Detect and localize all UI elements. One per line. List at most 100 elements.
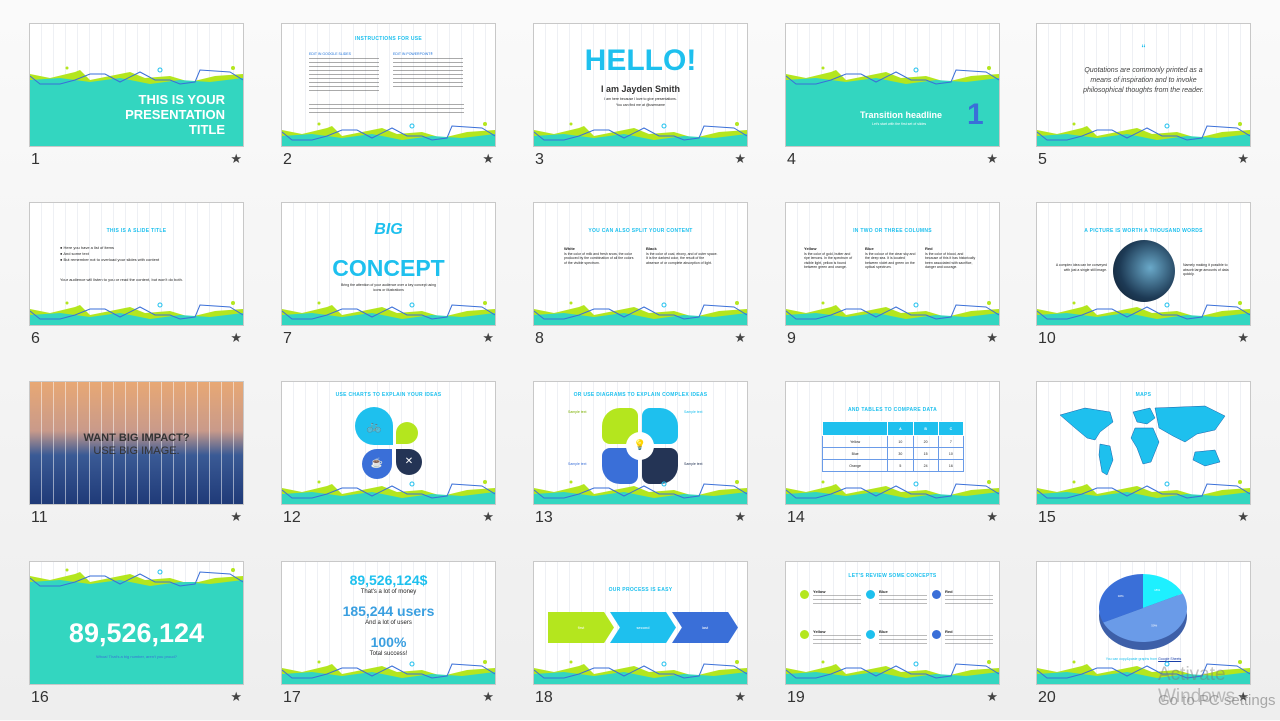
slide-title: OR USE DIAGRAMS TO EXPLAIN COMPLEX IDEAS [573,392,708,398]
star-icon[interactable]: ★ [734,689,746,705]
slide-thumbnail-15[interactable]: MAPS 15 ★ [1036,381,1251,541]
star-icon[interactable]: ★ [986,151,998,167]
table-row: Blue 30 15 10 [821,447,965,460]
slide-thumbnail-19[interactable]: LET'S REVIEW SOME CONCEPTS Yellow Blue R… [785,561,1000,721]
slide-number: 1 [31,151,40,168]
slide-number: 20 [1038,689,1056,706]
wave-decoration [282,480,495,504]
lightbulb-icon: 💡 [626,432,654,460]
activation-settings-link[interactable]: Go to PC settings [1158,692,1276,709]
slide-thumbnail-11[interactable]: WANT BIG IMPACT? USE BIG IMAGE. 11 ★ [29,381,244,541]
star-icon[interactable]: ★ [986,689,998,705]
wave-decoration [534,122,747,146]
big-logo: BIG [374,221,403,238]
slide-thumbnail-14[interactable]: AND TABLES TO COMPARE DATA A B C Yellow 10 20… [785,381,1000,541]
wave-decoration [534,478,747,504]
star-icon[interactable]: ★ [734,151,746,167]
star-icon[interactable]: ★ [230,151,242,167]
slide-number: 7 [283,330,292,347]
wave-decoration [282,301,495,325]
star-icon[interactable]: ★ [230,509,242,525]
slide-thumbnail-13[interactable]: OR USE DIAGRAMS TO EXPLAIN COMPLEX IDEAS… [533,381,748,541]
petal-diagram: 💡 [602,408,678,484]
slide-thumbnail-3[interactable]: HELLO! I am Jayden Smith I am here becau… [533,23,748,183]
pie-label: 32% [1118,594,1124,598]
star-icon[interactable]: ★ [482,509,494,525]
slide-thumbnail-9[interactable]: IN TWO OR THREE COLUMNS Yellow Is the col… [785,202,1000,362]
slide-title: YOU CAN ALSO SPLIT YOUR CONTENT [588,228,693,234]
slide-number: 8 [535,330,544,347]
column: Black Is the color of coal, ebony, and of… [646,246,718,265]
wave-decoration [534,120,747,146]
slide-thumbnail-16[interactable]: 89,526,124 Whoa! That's a big number, ar… [29,561,244,721]
slide-subtitle: Let's start with the first set of slides [872,122,927,126]
slide-number: 2 [283,151,292,168]
table-cell [821,421,889,436]
star-icon[interactable]: ★ [1237,509,1249,525]
contact-text: You can find me at @username [616,103,665,107]
wave-decoration [1037,120,1250,146]
star-icon[interactable]: ★ [734,509,746,525]
data-table: A B C Yellow 10 20 7 Blue 30 15 10 Orange 5 24 16 [821,421,965,472]
table-cell: 20 [912,435,939,448]
slide-thumbnail-4[interactable]: Transition headline Let's start with the… [785,23,1000,183]
slide-thumbnail-6[interactable]: THIS IS A SLIDE TITLE ● Here you have a … [29,202,244,362]
table-cell: 24 [912,459,939,472]
wave-decoration [1037,299,1250,325]
wave-decoration [282,299,495,325]
slide-title: OUR PROCESS IS EASY [608,587,673,593]
table-cell: 10 [937,447,965,460]
star-icon[interactable]: ★ [1237,151,1249,167]
slide-thumbnail-7[interactable]: BIG CONCEPT Bring the attention of your … [281,202,496,362]
table-cell: Blue [821,447,889,460]
star-icon[interactable]: ★ [230,330,242,346]
star-icon[interactable]: ★ [482,689,494,705]
column: White Is the color of milk and fresh snow… [564,246,634,265]
concept-item: Blue [879,629,927,647]
star-icon[interactable]: ★ [986,509,998,525]
presenter-name: I am Jayden Smith [600,84,681,94]
slide-title: A PICTURE IS WORTH A THOUSAND WORDS [1084,228,1203,234]
big-number: 89,526,124 [68,618,205,648]
star-icon[interactable]: ★ [482,151,494,167]
concept-item: Yellow [813,629,861,647]
slide-thumbnail-12[interactable]: USE CHARTS TO EXPLAIN YOUR IDEAS 🚲 ☕ ✕ 1… [281,381,496,541]
slide-thumbnail-2[interactable]: INSTRUCTIONS FOR USE EDIT IN GOOGLE SLID… [281,23,496,183]
slide-thumbnail-17[interactable]: 89,526,124$ That's a lot of money 185,24… [281,561,496,721]
slide-thumbnail-18[interactable]: OUR PROCESS IS EASY first second last 18… [533,561,748,721]
star-icon[interactable]: ★ [482,330,494,346]
slide-number: 15 [1038,509,1056,526]
table-cell: 5 [887,459,914,472]
slide-thumbnail-10[interactable]: A PICTURE IS WORTH A THOUSAND WORDS A co… [1036,202,1251,362]
slide-title: THIS IS YOUR PRESENTATION TITLE [125,92,225,137]
wave-decoration [1037,478,1250,504]
slide-number: 18 [535,689,553,706]
table-row: Orange 5 24 16 [821,459,965,472]
pie-label: 50% [1151,623,1157,627]
concept-icon [800,590,809,599]
star-icon[interactable]: ★ [230,689,242,705]
intro-text: I am here because I love to give present… [604,97,677,101]
slide-thumbnail-1[interactable]: THIS IS YOUR PRESENTATION TITLE 1 ★ [29,23,244,183]
stat-label: That's a lot of money [360,589,417,595]
slide-thumbnail-8[interactable]: YOU CAN ALSO SPLIT YOUR CONTENT White Is … [533,202,748,362]
column: Yellow Is the color of gold, butter and r… [804,246,853,270]
star-icon[interactable]: ★ [734,330,746,346]
wave-decoration [786,658,999,684]
slide-number: 9 [787,330,796,347]
wave-decoration [282,120,495,146]
wave-decoration [30,64,243,90]
slide-thumbnail-5[interactable]: “ Quotations are commonly printed as a m… [1036,23,1251,183]
stat-label: Total success! [369,651,408,657]
slide-title: AND TABLES TO COMPARE DATA [847,407,937,413]
table-cell: 10 [887,435,914,448]
world-map [1059,405,1226,476]
star-icon[interactable]: ★ [1237,330,1249,346]
concept-item: Yellow [813,589,861,607]
table-cell: Yellow [821,435,889,448]
bicycle-icon: 🚲 [355,407,393,445]
slide-number: 5 [1038,151,1047,168]
wave-decoration [534,301,747,325]
stat-label: And a lot of users [365,620,412,626]
star-icon[interactable]: ★ [986,330,998,346]
